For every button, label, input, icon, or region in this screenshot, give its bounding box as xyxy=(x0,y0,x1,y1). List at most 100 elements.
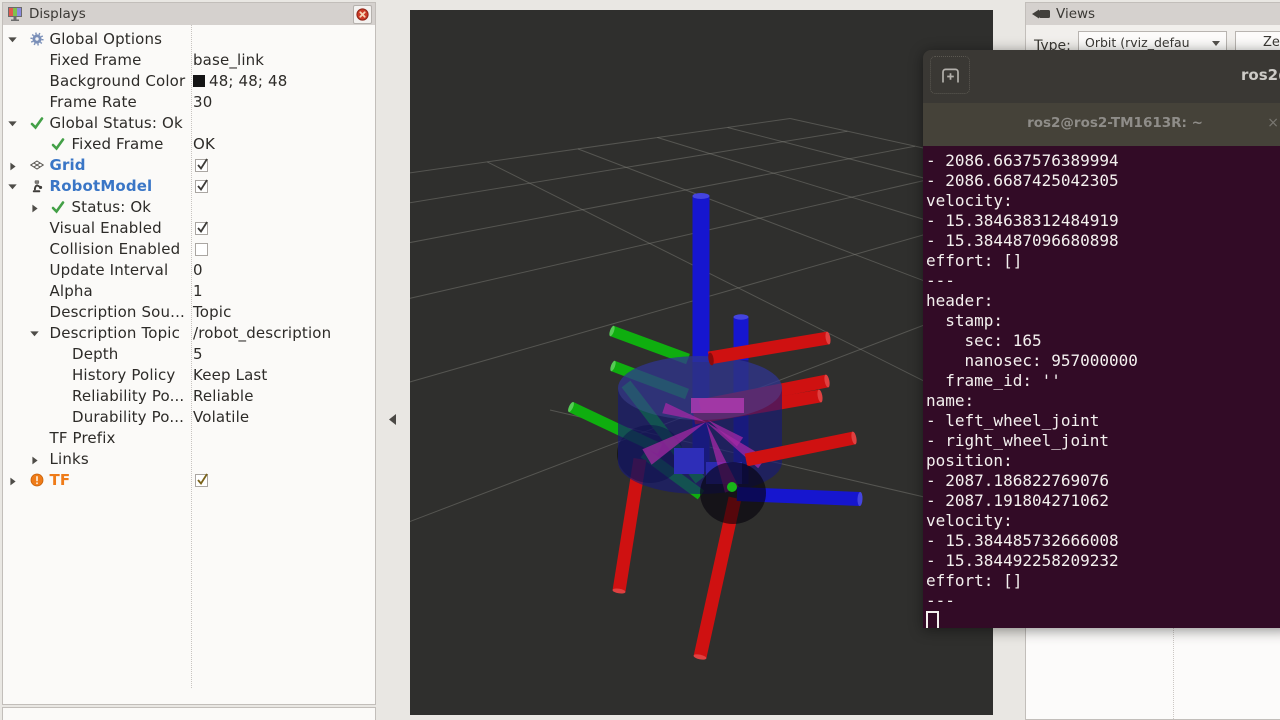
caret-collapsed-icon[interactable] xyxy=(10,477,16,486)
displays-tree-row[interactable]: TF xyxy=(3,470,375,491)
property-value[interactable]: Keep Last xyxy=(193,365,267,386)
property-value[interactable]: 1 xyxy=(193,281,203,302)
robot-axis-cylinder xyxy=(709,331,831,358)
property-value[interactable]: Topic xyxy=(193,302,231,323)
check-mark-icon xyxy=(195,178,210,193)
terminal-tab-close-icon[interactable]: × xyxy=(1267,115,1279,131)
terminal-output-area[interactable]: - 2086.6637576389994 - 2086.668742504230… xyxy=(923,146,1280,628)
robot-caster-block xyxy=(674,448,704,474)
displays-tree-row[interactable]: Visual Enabled xyxy=(3,218,375,239)
splitter-collapse-arrow[interactable] xyxy=(389,414,396,425)
view-type-value: Orbit (rviz_defau xyxy=(1085,35,1190,50)
chevron-down-icon xyxy=(1212,41,1220,46)
displays-tree-row[interactable]: History Policy Keep Last xyxy=(3,365,375,386)
property-label: Collision Enabled xyxy=(50,239,181,260)
robot-axis-cylinder xyxy=(693,193,710,366)
property-value[interactable]: base_link xyxy=(193,50,264,71)
property-label: History Policy xyxy=(72,365,175,386)
property-label: Background Color xyxy=(50,71,186,92)
displays-footer-strip xyxy=(2,707,376,720)
property-label: Fixed Frame xyxy=(72,134,164,155)
caret-expanded-icon[interactable] xyxy=(8,37,17,43)
displays-tree-row[interactable]: Collision Enabled xyxy=(3,239,375,260)
status-ok-check-icon xyxy=(51,137,65,151)
displays-tree-row[interactable]: Frame Rate30 xyxy=(3,92,375,113)
status-ok-check-icon xyxy=(51,200,65,214)
terminal-titlebar[interactable]: ros2@ros2-TM1613R: ~ xyxy=(923,50,1280,103)
terminal-tab-bar[interactable]: ros2@ros2-TM1613R: ~ × xyxy=(923,103,1280,146)
gear-icon xyxy=(30,32,44,46)
property-label: Alpha xyxy=(50,281,93,302)
displays-tree-row[interactable]: Background Color 48; 48; 48 xyxy=(3,71,375,92)
checkbox-checked[interactable] xyxy=(195,474,208,487)
grid-line xyxy=(410,119,790,306)
check-mark-icon xyxy=(195,472,210,487)
displays-tree-row[interactable]: RobotModel xyxy=(3,176,375,197)
displays-tree-row[interactable]: Alpha 1 xyxy=(3,281,375,302)
displays-tree-row[interactable]: TF Prefix xyxy=(3,428,375,449)
property-value[interactable]: 0 xyxy=(193,260,203,281)
displays-tree-row[interactable]: Fixed Frame base_link xyxy=(3,50,375,71)
property-label: TF Prefix xyxy=(50,428,116,449)
displays-tree-row[interactable]: Depth5 xyxy=(3,344,375,365)
displays-tree-row[interactable]: Status: Ok xyxy=(3,197,375,218)
property-value[interactable]: Volatile xyxy=(193,407,249,428)
checkbox-checked[interactable] xyxy=(195,159,208,172)
check-mark-icon xyxy=(195,220,210,235)
displays-tree-row[interactable]: Reliability Po... Reliable xyxy=(3,386,375,407)
displays-tree-row[interactable]: Description Sou...Topic xyxy=(3,302,375,323)
views-titlebar[interactable]: Views xyxy=(1026,3,1280,26)
property-label: Global Status: Ok xyxy=(50,113,183,134)
property-value[interactable]: 48; 48; 48 xyxy=(193,71,287,92)
caret-expanded-icon[interactable] xyxy=(8,184,17,190)
displays-tree-row[interactable]: Description Topic/robot_description xyxy=(3,323,375,344)
displays-column-divider[interactable] xyxy=(191,25,192,688)
terminal-tab-label[interactable]: ros2@ros2-TM1613R: ~ xyxy=(930,115,1280,131)
checkbox-unchecked[interactable] xyxy=(195,243,208,256)
property-label: Durability Po... xyxy=(72,407,184,428)
color-swatch xyxy=(193,75,205,87)
property-label: Grid xyxy=(50,155,86,176)
caret-collapsed-icon[interactable] xyxy=(10,162,16,171)
caret-collapsed-icon[interactable] xyxy=(32,456,38,465)
terminal-window[interactable]: ros2@ros2-TM1613R: ~ ros2@ros2-TM1613R: … xyxy=(923,50,1280,628)
close-icon[interactable] xyxy=(353,5,372,24)
checkbox-checked[interactable] xyxy=(195,180,208,193)
property-label: Fixed Frame xyxy=(50,50,142,71)
terminal-window-title: ros2@ros2-TM1613R: ~ xyxy=(1241,66,1280,84)
displays-titlebar[interactable]: Displays xyxy=(3,3,375,26)
property-value[interactable]: 30 xyxy=(193,92,212,113)
property-label: Links xyxy=(50,449,89,470)
property-value[interactable]: OK xyxy=(193,134,215,155)
robot-model-icon xyxy=(30,179,44,193)
displays-tree-row[interactable]: Durability Po... Volatile xyxy=(3,407,375,428)
displays-tree-row[interactable]: Global Status: Ok xyxy=(3,113,375,134)
caret-collapsed-icon[interactable] xyxy=(32,204,38,213)
displays-panel: Displays Global OptionsFixed Framebase_l… xyxy=(2,2,376,705)
property-value[interactable]: 5 xyxy=(193,344,203,365)
property-label: Update Interval xyxy=(50,260,169,281)
views-panel-title: Views xyxy=(1056,6,1095,22)
property-value[interactable]: Reliable xyxy=(193,386,254,407)
property-label: Global Options xyxy=(50,29,163,50)
property-label: Visual Enabled xyxy=(50,218,162,239)
checkbox-checked[interactable] xyxy=(195,222,208,235)
displays-tree-row[interactable]: Update Interval 0 xyxy=(3,260,375,281)
terminal-new-tab-button[interactable] xyxy=(930,56,970,94)
3d-viewport[interactable] xyxy=(410,10,993,715)
rviz-application-window: { "colors": { "viewport_bg": "#2f2f2d", … xyxy=(0,0,1280,720)
terminal-cursor xyxy=(926,611,939,628)
status-ok-check-icon xyxy=(30,116,44,130)
displays-tree-row[interactable]: Grid xyxy=(3,155,375,176)
displays-tree-row[interactable]: Fixed Frame OK xyxy=(3,134,375,155)
caret-expanded-icon[interactable] xyxy=(8,121,17,127)
displays-tree: Global OptionsFixed Framebase_linkBackgr… xyxy=(3,25,375,704)
property-label: RobotModel xyxy=(50,176,153,197)
property-label: Reliability Po... xyxy=(72,386,184,407)
displays-tree-row[interactable]: Links xyxy=(3,449,375,470)
property-label: Description Topic xyxy=(50,323,180,344)
property-value[interactable]: /robot_description xyxy=(193,323,331,344)
warning-status-icon xyxy=(30,473,44,487)
caret-expanded-icon[interactable] xyxy=(30,331,39,337)
displays-tree-row[interactable]: Global Options xyxy=(3,29,375,50)
